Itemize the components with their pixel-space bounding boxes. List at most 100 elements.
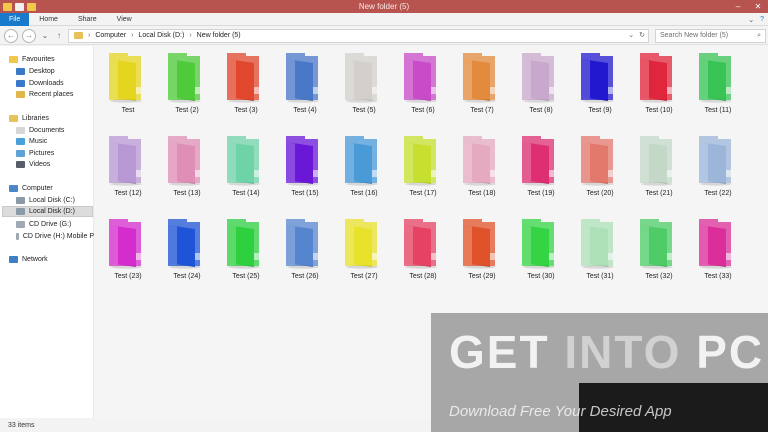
search-box[interactable]: Search New folder (5) ⌕ bbox=[655, 28, 766, 43]
tab-home[interactable]: Home bbox=[29, 13, 68, 26]
close-button[interactable]: ✕ bbox=[748, 0, 768, 13]
breadcrumb-new-folder-5[interactable]: New folder (5) bbox=[197, 32, 241, 39]
folder-item[interactable]: Test (6) bbox=[391, 47, 455, 123]
sidebar-item-cd-drive-h[interactable]: CD Drive (H:) Mobile P bbox=[16, 231, 94, 242]
back-arrow-icon: ← bbox=[7, 31, 15, 40]
ribbon-tabs: File Home Share View ⌄ ? bbox=[0, 12, 768, 26]
expand-ribbon-icon[interactable]: ⌄ bbox=[748, 16, 754, 24]
folder-item[interactable]: Test (2) bbox=[155, 47, 219, 123]
folder-item[interactable]: Test (14) bbox=[214, 130, 278, 206]
folder-item[interactable]: Test (9) bbox=[568, 47, 632, 123]
folder-icon[interactable] bbox=[3, 2, 12, 11]
folder-item[interactable]: Test (4) bbox=[273, 47, 337, 123]
folder-item[interactable]: Test (20) bbox=[568, 130, 632, 206]
folder-label: Test (14) bbox=[232, 190, 260, 197]
new-folder-icon[interactable] bbox=[27, 2, 36, 11]
folder-item[interactable]: Test (5) bbox=[332, 47, 396, 123]
folder-item[interactable]: Test (11) bbox=[686, 47, 750, 123]
search-input[interactable]: Search New folder (5) bbox=[660, 32, 728, 39]
folder-label: Test (33) bbox=[704, 273, 732, 280]
folder-item[interactable]: Test (28) bbox=[391, 213, 455, 289]
sidebar-item-label: Pictures bbox=[29, 150, 55, 157]
tab-file[interactable]: File bbox=[0, 12, 30, 26]
folder-item[interactable]: Test (33) bbox=[686, 213, 750, 289]
folder-icon bbox=[345, 53, 378, 103]
folder-icon bbox=[227, 219, 260, 269]
pictures-icon bbox=[16, 150, 25, 157]
folder-icon bbox=[463, 136, 496, 186]
navigation-bar: ← → ⌄ ↑ › Computer › Local Disk (D:) › N… bbox=[0, 27, 768, 45]
refresh-icon[interactable]: ↻ bbox=[639, 31, 645, 39]
quick-access-toolbar bbox=[0, 2, 36, 11]
music-icon bbox=[16, 138, 25, 145]
sidebar-computer[interactable]: Computer bbox=[9, 183, 53, 194]
folder-item[interactable]: Test (30) bbox=[509, 213, 573, 289]
sidebar-item-downloads[interactable]: Downloads bbox=[16, 78, 64, 89]
folder-item[interactable]: Test (27) bbox=[332, 213, 396, 289]
sidebar-favourites[interactable]: Favourites bbox=[9, 54, 55, 65]
address-dropdown-icon[interactable]: ⌄ bbox=[628, 31, 634, 39]
folder-label: Test (17) bbox=[409, 190, 437, 197]
folder-item[interactable]: Test (19) bbox=[509, 130, 573, 206]
folder-icon bbox=[404, 53, 437, 103]
folder-item[interactable]: Test (25) bbox=[214, 213, 278, 289]
folder-item[interactable]: Test (13) bbox=[155, 130, 219, 206]
folder-item[interactable]: Test (17) bbox=[391, 130, 455, 206]
forward-button[interactable]: → bbox=[22, 28, 36, 43]
folder-item[interactable]: Test (7) bbox=[450, 47, 514, 123]
breadcrumb-local-disk-d[interactable]: Local Disk (D:) bbox=[138, 32, 184, 39]
sidebar-item-documents[interactable]: Documents bbox=[16, 125, 64, 136]
folder-item[interactable]: Test (15) bbox=[273, 130, 337, 206]
folder-item[interactable]: Test (29) bbox=[450, 213, 514, 289]
folder-item[interactable]: Test (18) bbox=[450, 130, 514, 206]
folder-item[interactable]: Test (21) bbox=[627, 130, 691, 206]
folder-item[interactable]: Test (8) bbox=[509, 47, 573, 123]
folder-icon bbox=[699, 136, 732, 186]
sidebar-item-label: CD Drive (G:) bbox=[29, 221, 72, 228]
tab-view[interactable]: View bbox=[107, 13, 142, 26]
documents-icon bbox=[16, 127, 25, 134]
sidebar-item-label: Computer bbox=[22, 185, 53, 192]
folder-item[interactable]: Test bbox=[96, 47, 160, 123]
back-button[interactable]: ← bbox=[4, 28, 18, 43]
folder-label: Test (32) bbox=[645, 273, 673, 280]
folder-item[interactable]: Test (26) bbox=[273, 213, 337, 289]
folder-item[interactable]: Test (3) bbox=[214, 47, 278, 123]
properties-icon[interactable] bbox=[15, 2, 24, 11]
recent-locations-button[interactable]: ⌄ bbox=[40, 31, 50, 40]
folder-icon bbox=[640, 136, 673, 186]
sidebar-item-cd-drive-g[interactable]: CD Drive (G:) bbox=[16, 219, 71, 230]
sidebar-item-recent-places[interactable]: Recent places bbox=[16, 89, 73, 100]
cd-drive-icon bbox=[16, 233, 19, 240]
drive-icon bbox=[16, 197, 25, 204]
tab-share[interactable]: Share bbox=[68, 13, 107, 26]
navigation-pane: Favourites Desktop Downloads Recent plac… bbox=[0, 46, 94, 418]
help-icon[interactable]: ? bbox=[760, 16, 764, 23]
folder-item[interactable]: Test (32) bbox=[627, 213, 691, 289]
folder-item[interactable]: Test (10) bbox=[627, 47, 691, 123]
watermark-overlay: GET INTO PC Download Free Your Desired A… bbox=[431, 313, 768, 432]
up-arrow-icon: ↑ bbox=[57, 31, 61, 40]
sidebar-item-local-disk-c[interactable]: Local Disk (C:) bbox=[16, 195, 75, 206]
folder-item[interactable]: Test (31) bbox=[568, 213, 632, 289]
breadcrumb-computer[interactable]: Computer bbox=[95, 32, 126, 39]
up-button[interactable]: ↑ bbox=[54, 31, 64, 40]
sidebar-item-label: Downloads bbox=[29, 80, 64, 87]
sidebar-item-videos[interactable]: Videos bbox=[16, 159, 50, 170]
folder-item[interactable]: Test (22) bbox=[686, 130, 750, 206]
sidebar-item-music[interactable]: Music bbox=[16, 136, 47, 147]
address-folder-icon bbox=[74, 32, 83, 39]
downloads-icon bbox=[16, 80, 25, 87]
folder-item[interactable]: Test (23) bbox=[96, 213, 160, 289]
sidebar-item-local-disk-d[interactable]: Local Disk (D:) bbox=[2, 206, 93, 217]
folder-item[interactable]: Test (16) bbox=[332, 130, 396, 206]
minimize-button[interactable]: – bbox=[728, 0, 748, 13]
folder-icon bbox=[286, 136, 319, 186]
address-bar[interactable]: › Computer › Local Disk (D:) › New folde… bbox=[68, 28, 649, 43]
sidebar-item-pictures[interactable]: Pictures bbox=[16, 148, 54, 159]
sidebar-network[interactable]: Network bbox=[9, 254, 48, 265]
sidebar-libraries[interactable]: Libraries bbox=[9, 113, 49, 124]
sidebar-item-desktop[interactable]: Desktop bbox=[16, 66, 55, 77]
folder-item[interactable]: Test (12) bbox=[96, 130, 160, 206]
folder-item[interactable]: Test (24) bbox=[155, 213, 219, 289]
